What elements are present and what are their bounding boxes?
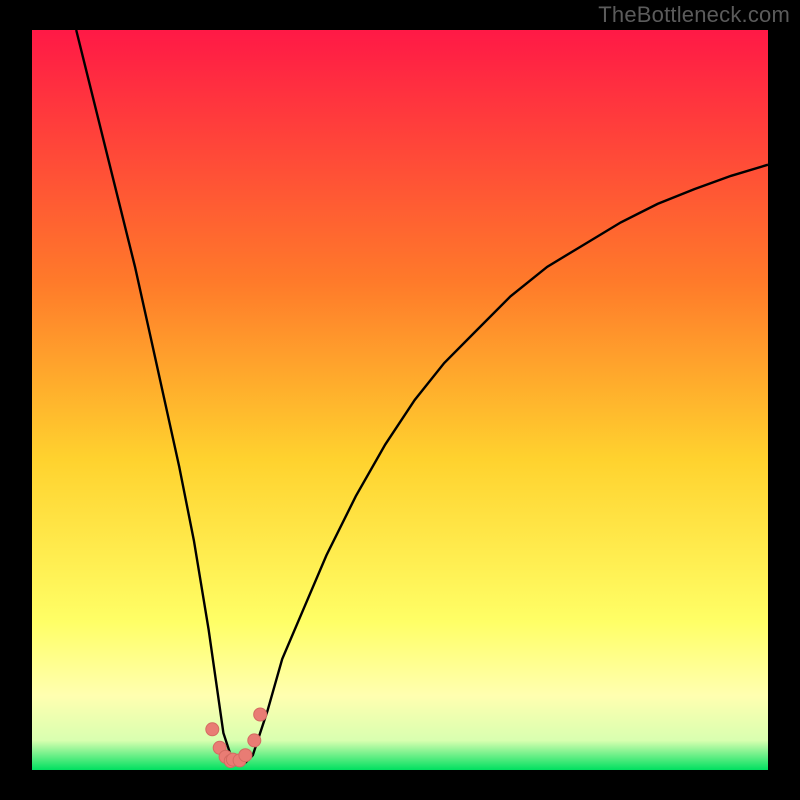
marker-point bbox=[239, 749, 252, 762]
marker-point bbox=[254, 708, 267, 721]
plot-area bbox=[32, 30, 768, 770]
chart-frame: TheBottleneck.com bbox=[0, 0, 800, 800]
gradient-background bbox=[32, 30, 768, 770]
bottleneck-chart bbox=[32, 30, 768, 770]
watermark-text: TheBottleneck.com bbox=[598, 2, 790, 28]
marker-point bbox=[206, 723, 219, 736]
marker-point bbox=[248, 734, 261, 747]
